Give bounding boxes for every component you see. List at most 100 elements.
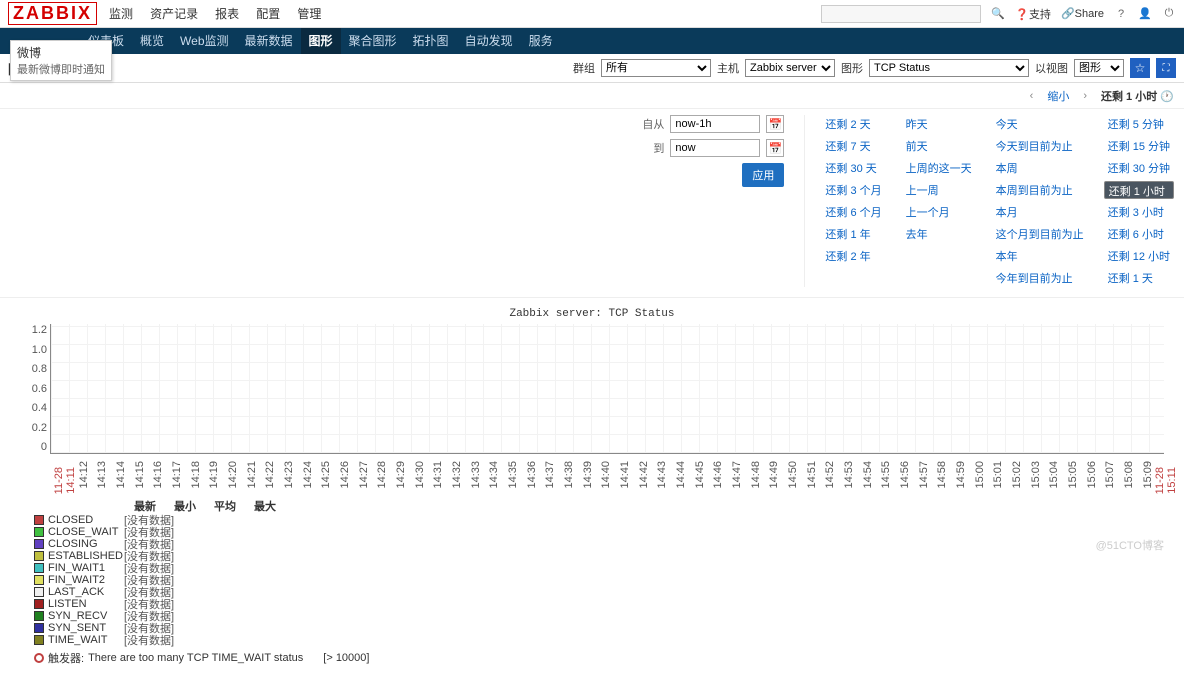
quick-ranges: 还剩 2 天昨天今天还剩 5 分钟还剩 7 天前天今天到目前为止还剩 15 分钟… [805, 115, 1174, 287]
subnav-latest[interactable]: 最新数据 [237, 28, 301, 54]
legend-header: 最新最小平均最大 [134, 498, 1174, 514]
subnav-screens[interactable]: 聚合图形 [341, 28, 405, 54]
trigger-icon [34, 653, 44, 663]
weibo-tooltip: 微博 最新微博即时通知 [10, 40, 112, 81]
power-icon[interactable]: ⏻ [1162, 7, 1176, 21]
calendar-icon[interactable]: 📅 [766, 139, 784, 157]
host-label: 主机 [717, 60, 739, 76]
from-label: 自从 [642, 116, 664, 132]
apply-button[interactable]: 应用 [742, 163, 784, 187]
quick-range[interactable]: 还剩 6 个月 [821, 203, 885, 221]
quick-range[interactable]: 还剩 1 天 [1104, 269, 1174, 287]
time-prev[interactable]: ‹ [1024, 90, 1040, 102]
time-nav-bar: ‹ 缩小 › 还剩 1 小时 🕐 [0, 83, 1184, 109]
nav-admin[interactable]: 管理 [297, 7, 321, 21]
quick-range[interactable]: 还剩 2 天 [821, 115, 885, 133]
legend-item: LISTEN[没有数据] [34, 598, 1174, 610]
view-label: 以视图 [1035, 60, 1068, 76]
search-icon[interactable]: 🔍 [991, 7, 1005, 21]
quick-range[interactable]: 今年到目前为止 [992, 269, 1088, 287]
quick-range[interactable]: 还剩 5 分钟 [1104, 115, 1174, 133]
support-link[interactable]: ❓支持 [1015, 6, 1051, 22]
quick-range[interactable]: 本月 [992, 203, 1088, 221]
user-icon[interactable]: 👤 [1138, 7, 1152, 21]
legend-item: CLOSE_WAIT[没有数据] [34, 526, 1174, 538]
trigger-label: 触发器: [48, 650, 84, 666]
quick-range[interactable]: 还剩 7 天 [821, 137, 885, 155]
quick-range[interactable]: 昨天 [902, 115, 976, 133]
quick-range[interactable]: 去年 [902, 225, 976, 243]
quick-range[interactable]: 前天 [902, 137, 976, 155]
legend-item: SYN_RECV[没有数据] [34, 610, 1174, 622]
subnav-discovery[interactable]: 自动发现 [457, 28, 521, 54]
quick-range[interactable]: 今天到目前为止 [992, 137, 1088, 155]
quick-range[interactable]: 还剩 1 年 [821, 225, 885, 243]
quick-range[interactable]: 还剩 1 小时 [1104, 181, 1174, 199]
custom-range: 自从 📅 到 📅 应用 [642, 115, 805, 287]
view-select[interactable]: 图形 [1074, 59, 1124, 77]
x-axis: 11-28 14:1114:1214:1314:1414:1514:1614:1… [50, 454, 1164, 494]
quick-range[interactable]: 还剩 3 个月 [821, 181, 885, 199]
calendar-icon[interactable]: 📅 [766, 115, 784, 133]
legend-item: CLOSING[没有数据] [34, 538, 1174, 550]
quick-range[interactable]: 还剩 30 天 [821, 159, 885, 177]
sub-nav: 仪表板 概览 Web监测 最新数据 图形 聚合图形 拓扑图 自动发现 服务 [0, 28, 1184, 54]
nav-inventory[interactable]: 资产记录 [150, 7, 198, 21]
search-input[interactable] [821, 5, 981, 23]
share-link[interactable]: 🔗Share [1061, 7, 1104, 20]
quick-range[interactable]: 今天 [992, 115, 1088, 133]
quick-range[interactable]: 上一个月 [902, 203, 976, 221]
legend-item: TIME_WAIT[没有数据] [34, 634, 1174, 646]
chart-area: Zabbix server: TCP Status 1.21.00.80.60.… [0, 298, 1184, 672]
trigger-threshold: [> 10000] [323, 652, 369, 664]
y-axis: 1.21.00.80.60.40.20 [21, 324, 47, 453]
top-bar: ZABBIX 监测 资产记录 报表 配置 管理 🔍 ❓支持 🔗Share ? 👤… [0, 0, 1184, 28]
logo: ZABBIX [8, 2, 97, 25]
fullscreen-button[interactable]: ⛶ [1156, 58, 1176, 78]
quick-range[interactable]: 还剩 15 分钟 [1104, 137, 1174, 155]
legend-item: LAST_ACK[没有数据] [34, 586, 1174, 598]
time-zoomout[interactable]: 缩小 [1047, 88, 1069, 104]
time-current[interactable]: 还剩 1 小时 🕐 [1101, 88, 1174, 104]
trigger-row: 触发器: There are too many TCP TIME_WAIT st… [34, 650, 1174, 666]
top-right: 🔍 ❓支持 🔗Share ? 👤 ⏻ [821, 5, 1176, 23]
legend-item: FIN_WAIT1[没有数据] [34, 562, 1174, 574]
subnav-maps[interactable]: 拓扑图 [405, 28, 457, 54]
quick-range[interactable]: 还剩 3 小时 [1104, 203, 1174, 221]
legend-item: ESTABLISHED[没有数据] [34, 550, 1174, 562]
graph-select[interactable]: TCP Status [869, 59, 1029, 77]
quick-range[interactable]: 本周到目前为止 [992, 181, 1088, 199]
watermark: @51CTO博客 [1096, 537, 1164, 553]
time-panel: 自从 📅 到 📅 应用 还剩 2 天昨天今天还剩 5 分钟还剩 7 天前天今天到… [0, 109, 1184, 298]
top-nav: 监测 资产记录 报表 配置 管理 [109, 5, 335, 22]
from-input[interactable] [670, 115, 760, 133]
trigger-text: There are too many TCP TIME_WAIT status [88, 652, 303, 664]
group-label: 群组 [573, 60, 595, 76]
to-label: 到 [653, 140, 664, 156]
help-icon[interactable]: ? [1114, 7, 1128, 21]
quick-range[interactable]: 还剩 6 小时 [1104, 225, 1174, 243]
filter-bar: 图形 群组 所有 主机 Zabbix server 图形 TCP Status … [0, 54, 1184, 83]
time-next[interactable]: › [1077, 90, 1093, 102]
quick-range[interactable]: 还剩 2 年 [821, 247, 885, 265]
nav-monitor[interactable]: 监测 [109, 7, 133, 21]
quick-range[interactable]: 上周的这一天 [902, 159, 976, 177]
quick-range[interactable]: 上一周 [902, 181, 976, 199]
host-select[interactable]: Zabbix server [745, 59, 835, 77]
quick-range[interactable]: 还剩 30 分钟 [1104, 159, 1174, 177]
quick-range[interactable]: 还剩 12 小时 [1104, 247, 1174, 265]
to-input[interactable] [670, 139, 760, 157]
subnav-graphs[interactable]: 图形 [301, 28, 341, 54]
nav-reports[interactable]: 报表 [215, 7, 239, 21]
graph-label: 图形 [841, 60, 863, 76]
quick-range[interactable]: 这个月到目前为止 [992, 225, 1088, 243]
favorite-button[interactable]: ☆ [1130, 58, 1150, 78]
group-select[interactable]: 所有 [601, 59, 711, 77]
legend-item: FIN_WAIT2[没有数据] [34, 574, 1174, 586]
quick-range[interactable]: 本周 [992, 159, 1088, 177]
subnav-overview[interactable]: 概览 [132, 28, 172, 54]
nav-config[interactable]: 配置 [256, 7, 280, 21]
subnav-services[interactable]: 服务 [521, 28, 561, 54]
subnav-web[interactable]: Web监测 [172, 28, 236, 54]
quick-range[interactable]: 本年 [992, 247, 1088, 265]
